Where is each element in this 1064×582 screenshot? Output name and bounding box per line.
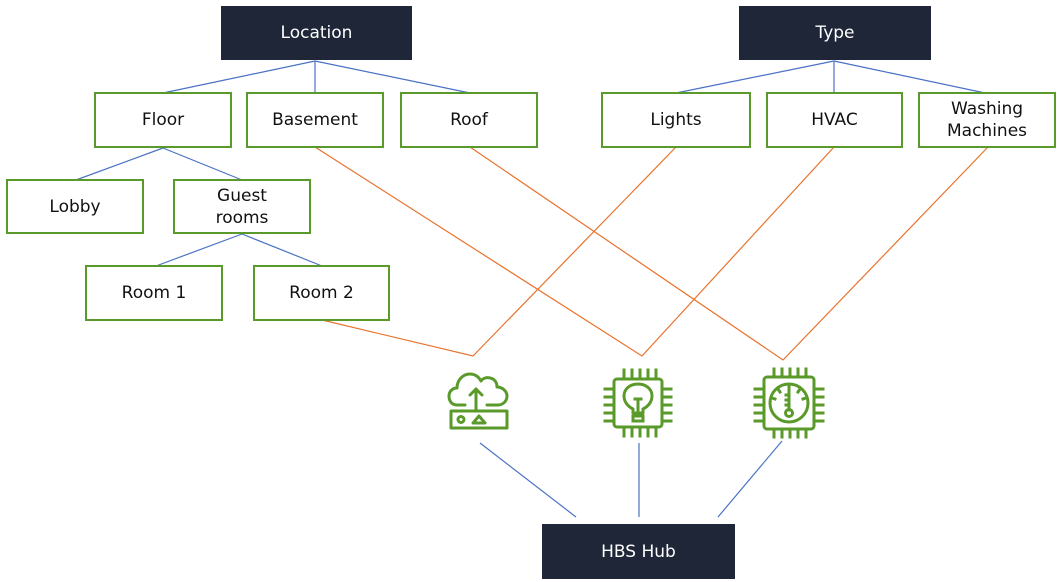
guest-rooms-node: Guest rooms [173, 179, 311, 234]
roof-label: Roof [450, 110, 488, 130]
thermostat-chip-icon [753, 367, 825, 439]
roof-node: Roof [400, 92, 538, 148]
edge-location-floor [162, 60, 316, 94]
type-node: Type [739, 6, 931, 60]
guest-rooms-label: Guest rooms [215, 185, 269, 228]
lightbulb-chip-icon [603, 368, 673, 438]
lobby-node: Lobby [6, 179, 144, 234]
assoc-roof-washing [469, 146, 989, 361]
edge-device1-hub [479, 442, 577, 518]
edge-device3-hub [717, 440, 783, 518]
cloud-gateway-icon [447, 372, 509, 430]
washing-machines-node: Washing Machines [918, 92, 1056, 148]
type-label: Type [815, 23, 855, 43]
hvac-label: HVAC [811, 110, 858, 130]
basement-node: Basement [246, 92, 384, 148]
hvac-node: HVAC [766, 92, 903, 148]
location-node: Location [221, 6, 412, 60]
hbs-hub-node: HBS Hub [542, 524, 735, 579]
edge-guest-room2 [241, 233, 323, 267]
edge-guest-room1 [155, 233, 243, 267]
room2-label: Room 2 [289, 283, 354, 303]
floor-label: Floor [141, 110, 185, 130]
edge-location-roof [314, 60, 471, 94]
floor-node: Floor [94, 92, 232, 148]
washing-machines-label: Washing Machines [946, 99, 1028, 141]
lights-node: Lights [601, 92, 751, 148]
lobby-label: Lobby [49, 196, 101, 217]
room2-node: Room 2 [253, 265, 390, 321]
hbs-hub-label: HBS Hub [601, 541, 676, 562]
room1-label: Room 1 [121, 283, 187, 303]
lights-label: Lights [650, 110, 702, 130]
location-label: Location [280, 23, 353, 43]
edge-floor-guest [162, 147, 243, 181]
room1-node: Room 1 [85, 265, 223, 321]
basement-label: Basement [272, 110, 358, 130]
edge-type-lights [675, 60, 835, 94]
edge-floor-lobby [75, 147, 164, 181]
edge-type-washing [833, 60, 986, 94]
